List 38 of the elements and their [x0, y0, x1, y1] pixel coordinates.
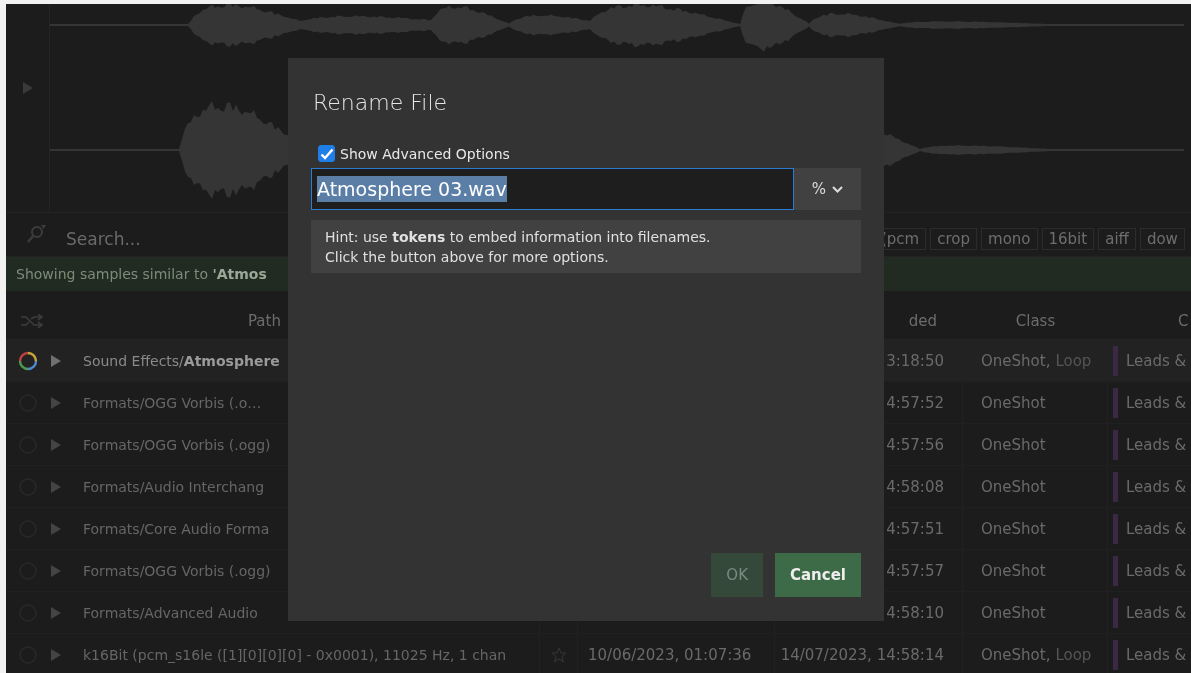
category-label: Leads &	[1126, 603, 1187, 622]
date-modified: 4:57:52	[886, 393, 944, 412]
class-label: OneShot	[981, 435, 1046, 454]
file-path: Formats/OGG Vorbis (.ogg)	[83, 436, 271, 453]
category-label: Leads &	[1126, 519, 1187, 538]
class-label: Loop	[1055, 645, 1092, 664]
category-label: Leads &	[1126, 393, 1187, 412]
file-path: k16Bit (pcm_s16le ([1][0][0][0] - 0x0001), 11025 Hz, 1 chan	[83, 646, 507, 663]
date-modified: 4:58:08	[886, 477, 944, 496]
info-message: Showing samples similar to 'Atmos	[16, 266, 267, 282]
category-label: Leads &	[1126, 477, 1187, 496]
category-label: Leads &	[1126, 561, 1187, 580]
file-path: Formats/Core Audio Forma	[83, 520, 270, 537]
file-path: Formats/OGG Vorbis (.o…	[83, 394, 262, 411]
hint-text: Click the button above for more options.	[325, 249, 610, 265]
file-path: Sound Effects/Atmosphere	[83, 352, 280, 369]
date-modified: 4:57:51	[886, 519, 944, 538]
class-label: OneShot	[981, 393, 1046, 412]
category-label: Leads &	[1126, 645, 1187, 664]
file-path: Formats/OGG Vorbis (.ogg)	[83, 562, 271, 579]
class-label: OneShot	[981, 477, 1046, 496]
class-label: OneShot,	[981, 351, 1051, 370]
date-modified: 4:57:56	[886, 435, 944, 454]
class-label: OneShot	[981, 561, 1046, 580]
hint-text: Hint: use tokens to embed information into filenames.	[325, 229, 712, 245]
class-label: OneShot	[981, 519, 1046, 538]
date-modified: 4:57:57	[886, 561, 944, 580]
date-modified: 3:18:50	[886, 351, 944, 370]
category-label: Leads &	[1126, 351, 1187, 370]
category-label: Leads &	[1126, 435, 1187, 454]
date-modified: 14/07/2023, 14:58:14	[780, 645, 944, 664]
class-label: OneShot,	[981, 645, 1051, 664]
date-added: 10/06/2023, 01:07:36	[588, 645, 752, 664]
file-path: Formats/Audio Interchang	[83, 478, 265, 495]
date-modified: 4:58:10	[886, 603, 944, 622]
file-path: Formats/Advanced Audio	[83, 604, 258, 621]
dialog-title: Rename File	[313, 90, 449, 115]
class-label: OneShot	[981, 603, 1046, 622]
